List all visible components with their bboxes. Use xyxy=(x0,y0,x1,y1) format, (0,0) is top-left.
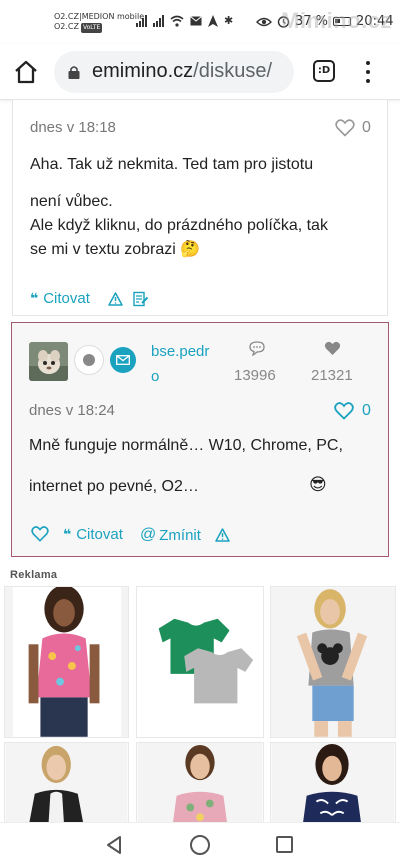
home-nav-icon[interactable] xyxy=(190,835,210,855)
quote-button[interactable]: ❝ Citovat xyxy=(63,526,123,543)
quote-icon: ❝ xyxy=(63,526,72,542)
avatar[interactable] xyxy=(29,342,68,381)
url-field[interactable]: emimino.cz/diskuse/ xyxy=(54,51,294,93)
ad-product-tile[interactable] xyxy=(270,742,396,826)
back-icon[interactable] xyxy=(105,835,123,855)
comment-icon xyxy=(249,341,265,356)
mention-button[interactable]: @ Zmínit xyxy=(140,526,201,544)
signal-icon xyxy=(136,15,147,27)
envelope-icon xyxy=(116,355,130,365)
ad-label: Reklama xyxy=(10,569,58,581)
heart-icon[interactable] xyxy=(335,119,355,137)
online-status-icon xyxy=(74,345,104,375)
heart-icon[interactable] xyxy=(334,402,354,420)
ad-product-image xyxy=(271,587,395,737)
ad-product-image xyxy=(137,587,263,737)
menu-icon[interactable] xyxy=(360,59,376,85)
browser-toolbar: emimino.cz/diskuse/ :D xyxy=(0,44,400,100)
edit-icon[interactable] xyxy=(133,291,149,307)
quote-icon: ❝ xyxy=(30,290,39,306)
post-text-content: se mi v textu zobrazi xyxy=(30,241,176,258)
mention-label: Zmínit xyxy=(159,526,201,544)
tabs-button[interactable]: :D xyxy=(313,60,335,82)
quote-label: Citovat xyxy=(76,526,123,543)
ad-product-tile[interactable] xyxy=(270,586,396,738)
ad-product-image xyxy=(5,587,128,737)
post-text-line: Mně funguje normálně… W10, Chrome, PC, xyxy=(29,437,343,454)
quote-label: Citovat xyxy=(43,290,90,307)
post-time: dnes v 18:24 xyxy=(29,402,115,419)
wifi-icon xyxy=(170,15,184,27)
post-card: dnes v 18:18 0 Aha. Tak už nekmita. Ted … xyxy=(12,100,388,316)
post-time: dnes v 18:18 xyxy=(30,119,116,136)
post-text-line: Ale když kliknu, do prázdného políčka, t… xyxy=(30,217,328,234)
ad-product-tile[interactable] xyxy=(136,742,264,826)
location-icon xyxy=(208,15,218,27)
carrier-info: O2.CZ|MEDION mobile O2.CZ VoLTE xyxy=(54,12,144,33)
ad-product-image xyxy=(5,743,128,825)
thinking-emoji: 🤔 xyxy=(180,241,201,258)
posts-count: 13996 xyxy=(234,367,276,384)
send-message-button[interactable] xyxy=(110,347,136,373)
report-warning-icon[interactable] xyxy=(108,292,123,306)
eye-icon xyxy=(256,17,272,26)
ad-product-tile[interactable] xyxy=(136,586,264,738)
post-card-highlighted: bse.pedro 13996 21321 dnes v 18:24 0 Mně… xyxy=(11,322,389,557)
like-count: 0 xyxy=(362,119,371,136)
report-warning-icon[interactable] xyxy=(215,528,230,542)
post-text-line: není vůbec. xyxy=(30,193,113,210)
recent-apps-icon[interactable] xyxy=(276,836,293,853)
username-link[interactable]: bse.pedro xyxy=(151,339,213,389)
likes-total: 21321 xyxy=(311,367,353,384)
url-path: /diskuse/ xyxy=(193,60,273,82)
url-text: emimino.cz/diskuse/ xyxy=(92,60,272,83)
ad-product-image xyxy=(271,743,395,825)
post-text-line: se mi v textu zobrazi 🤔 xyxy=(30,238,200,262)
quote-button[interactable]: ❝ Citovat xyxy=(30,290,90,307)
volte-badge: VoLTE xyxy=(81,23,103,33)
url-domain: emimino.cz xyxy=(92,60,194,82)
post-text-line: internet po pevné, O2… xyxy=(29,478,199,495)
fan-icon: ✱ xyxy=(224,14,234,27)
like-count: 0 xyxy=(362,402,371,419)
status-bar: O2.CZ|MEDION mobile O2.CZ VoLTE ✱ 37 % 20… xyxy=(0,0,400,44)
at-icon: @ xyxy=(140,526,157,543)
ad-product-image xyxy=(137,743,263,825)
sunglasses-emoji: 😎 xyxy=(309,475,327,494)
status-icons: ✱ xyxy=(136,15,233,27)
lock-icon xyxy=(68,66,80,79)
carrier-line-2: O2.CZ xyxy=(54,22,79,31)
system-nav-bar xyxy=(0,822,400,867)
mail-icon xyxy=(190,16,202,26)
ad-product-tile[interactable] xyxy=(4,742,129,826)
signal-icon-2 xyxy=(153,15,164,27)
ad-product-tile[interactable] xyxy=(4,586,129,738)
home-icon[interactable] xyxy=(12,58,40,86)
carrier-line-1: O2.CZ|MEDION mobile xyxy=(54,12,145,21)
heart-filled-icon xyxy=(324,341,341,355)
like-heart-icon[interactable] xyxy=(31,526,49,542)
watermark: Mimino.cz xyxy=(281,8,392,33)
post-text-line: Aha. Tak už nekmita. Ted tam pro jistotu xyxy=(30,156,314,173)
